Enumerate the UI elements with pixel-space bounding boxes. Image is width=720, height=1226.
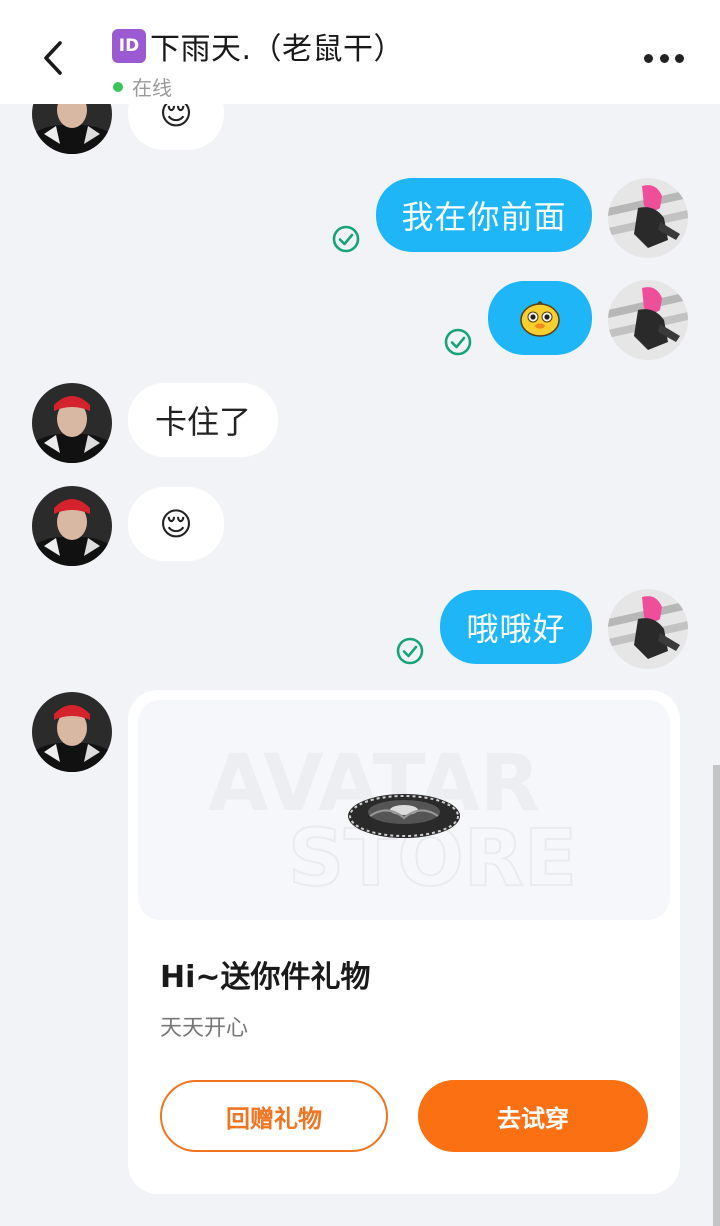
- gift-item-icon: [348, 794, 460, 838]
- message-text: 我在你前面: [401, 198, 567, 236]
- gift-banner: AVATAR STORE: [138, 700, 670, 920]
- my-avatar[interactable]: [608, 178, 688, 258]
- return-gift-button[interactable]: 回赠礼物: [160, 1080, 388, 1152]
- contact-avatar[interactable]: [32, 383, 112, 463]
- chevron-left-icon: [44, 41, 62, 75]
- contact-avatar[interactable]: [32, 486, 112, 566]
- chat-title: 下雨天.（老鼠干）: [150, 32, 405, 67]
- message-bubble-incoming[interactable]: 卡住了: [128, 383, 278, 457]
- message-text: 哦哦好: [466, 610, 566, 648]
- chat-title-area[interactable]: ID 下雨天.（老鼠干） 在线: [112, 24, 404, 101]
- contact-avatar[interactable]: [32, 692, 112, 772]
- online-status: 在线: [132, 76, 172, 100]
- read-check-icon: [396, 637, 424, 665]
- id-badge-icon: ID: [112, 29, 146, 63]
- online-dot-icon: [113, 81, 123, 92]
- relieved-face-emoji: 😌: [159, 505, 193, 543]
- scrollbar[interactable]: [713, 765, 720, 1226]
- message-bubble-outgoing[interactable]: 我在你前面: [376, 178, 592, 252]
- more-dot-icon: [659, 53, 669, 63]
- try-on-button[interactable]: 去试穿: [418, 1080, 648, 1152]
- more-dot-icon: [644, 53, 653, 63]
- message-bubble-incoming[interactable]: 😌: [128, 487, 224, 561]
- more-dot-icon: [675, 53, 684, 63]
- gift-title: Hi~送你件礼物: [160, 960, 371, 995]
- my-avatar[interactable]: [608, 280, 688, 360]
- message-bubble-outgoing[interactable]: [488, 281, 592, 355]
- gift-subtitle: 天天开心: [160, 1016, 249, 1041]
- read-check-icon: [444, 328, 472, 356]
- read-check-icon: [332, 225, 360, 253]
- more-options-button[interactable]: [644, 48, 684, 68]
- message-text: 卡住了: [154, 403, 251, 441]
- chat-header: ID 下雨天.（老鼠干） 在线: [0, 0, 720, 104]
- message-bubble-outgoing[interactable]: 哦哦好: [440, 590, 592, 664]
- my-avatar[interactable]: [608, 589, 688, 669]
- gift-card[interactable]: AVATAR STORE Hi~送你件礼物 天天开心 回赠礼物 去试穿: [128, 690, 680, 1194]
- back-button[interactable]: [36, 38, 76, 78]
- yellow-duck-sticker: [520, 301, 560, 337]
